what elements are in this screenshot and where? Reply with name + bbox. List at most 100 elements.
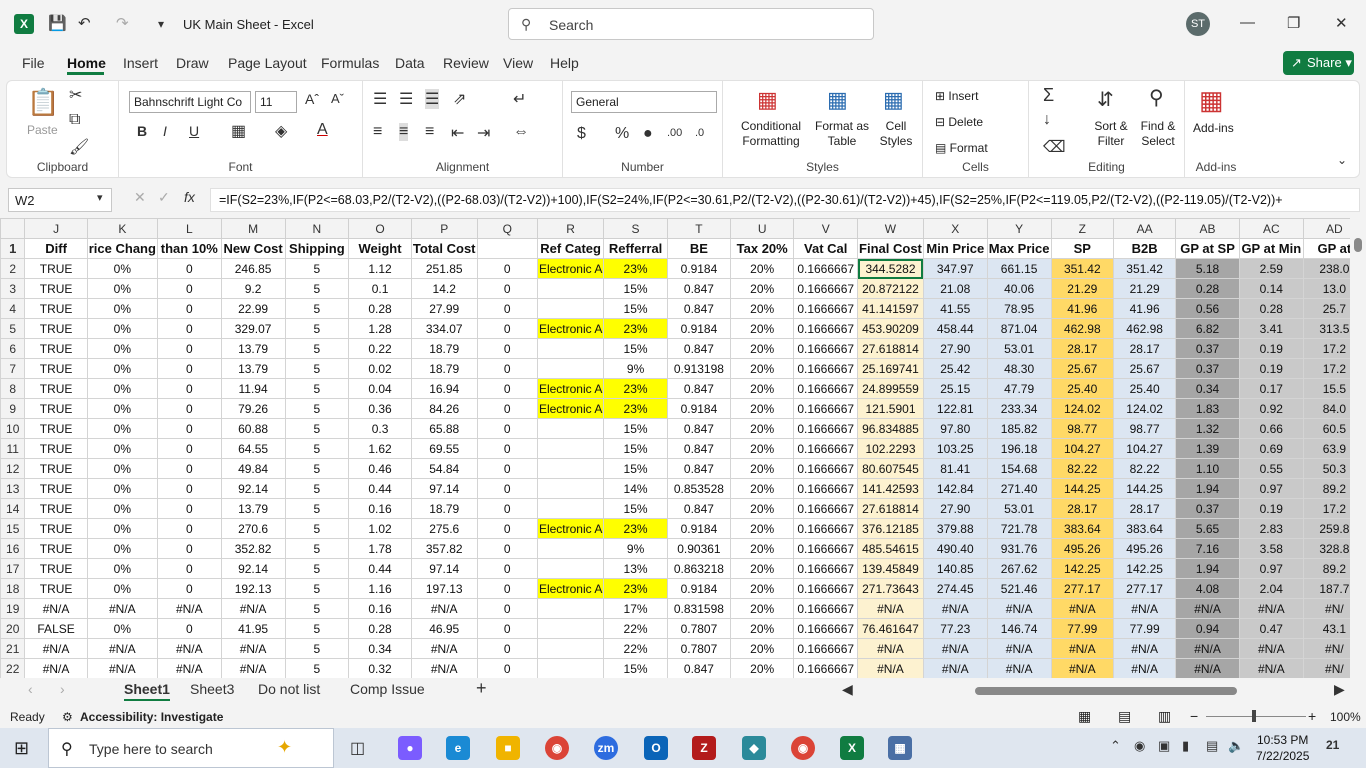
cell-u17[interactable]: 20%: [730, 558, 795, 579]
cell-p14[interactable]: 18.79: [410, 498, 478, 519]
cell-t11[interactable]: 0.847: [666, 438, 732, 459]
tab-home[interactable]: Home: [67, 55, 106, 71]
cell-x17[interactable]: 140.85: [922, 558, 988, 579]
cell-t16[interactable]: 0.90361: [666, 538, 732, 559]
cell-s4[interactable]: 15%: [603, 298, 668, 319]
cell-ac16[interactable]: 3.58: [1238, 538, 1304, 559]
cell-y22[interactable]: #N/A: [986, 658, 1052, 678]
cell-aa18[interactable]: 277.17: [1112, 578, 1177, 599]
cell-n3[interactable]: 5: [284, 278, 350, 299]
cell-m9[interactable]: 79.26: [220, 398, 286, 419]
increase-font-icon[interactable]: Aˆ: [305, 91, 319, 107]
row-header-8[interactable]: 8: [0, 378, 26, 399]
cell-u10[interactable]: 20%: [730, 418, 795, 439]
cell-ab15[interactable]: 5.65: [1175, 518, 1240, 539]
cell-x7[interactable]: 25.42: [922, 358, 988, 379]
cell-x4[interactable]: 41.55: [922, 298, 988, 319]
cell-y10[interactable]: 185.82: [986, 418, 1052, 439]
cell-x15[interactable]: 379.88: [922, 518, 988, 539]
confirm-entry-icon[interactable]: ✓: [158, 189, 170, 206]
header-cell-n[interactable]: Shipping: [284, 238, 350, 259]
insert-cells-button[interactable]: ⊞ Insert: [935, 89, 978, 103]
cell-u22[interactable]: 20%: [730, 658, 795, 678]
cell-aa2[interactable]: 351.42: [1112, 258, 1177, 279]
cell-q14[interactable]: 0: [476, 498, 538, 519]
cell-v5[interactable]: 0.1666667: [793, 318, 859, 339]
column-header-x[interactable]: X: [922, 218, 988, 239]
cell-m11[interactable]: 64.55: [220, 438, 286, 459]
cell-aa21[interactable]: #N/A: [1112, 638, 1177, 659]
header-cell-m[interactable]: New Cost: [220, 238, 286, 259]
copy-icon[interactable]: ⧉: [69, 111, 80, 129]
cell-r17[interactable]: [536, 558, 605, 579]
cell-ab14[interactable]: 0.37: [1175, 498, 1240, 519]
cell-p17[interactable]: 97.14: [410, 558, 478, 579]
cell-l3[interactable]: 0: [156, 278, 222, 299]
find-select-icon[interactable]: ⚲: [1149, 85, 1164, 110]
cell-j5[interactable]: TRUE: [24, 318, 88, 339]
cell-q10[interactable]: 0: [476, 418, 538, 439]
cell-z13[interactable]: 144.25: [1050, 478, 1114, 499]
cell-z18[interactable]: 277.17: [1050, 578, 1114, 599]
cell-v11[interactable]: 0.1666667: [793, 438, 859, 459]
cell-k17[interactable]: 0%: [86, 558, 158, 579]
cell-n4[interactable]: 5: [284, 298, 350, 319]
cell-u18[interactable]: 20%: [730, 578, 795, 599]
cell-w4[interactable]: 41.141597: [857, 298, 924, 319]
cell-n17[interactable]: 5: [284, 558, 350, 579]
cell-v12[interactable]: 0.1666667: [793, 458, 859, 479]
cell-k14[interactable]: 0%: [86, 498, 158, 519]
paste-label[interactable]: Paste: [27, 123, 58, 137]
header-cell-q[interactable]: [476, 238, 538, 259]
cell-v15[interactable]: 0.1666667: [793, 518, 859, 539]
cell-w19[interactable]: #N/A: [857, 598, 924, 619]
format-as-table-icon[interactable]: ▦: [827, 87, 848, 113]
volume-icon[interactable]: 🔈: [1228, 738, 1244, 754]
cell-v14[interactable]: 0.1666667: [793, 498, 859, 519]
cell-v22[interactable]: 0.1666667: [793, 658, 859, 678]
cell-y18[interactable]: 521.46: [986, 578, 1052, 599]
cell-w21[interactable]: #N/A: [857, 638, 924, 659]
cell-ab6[interactable]: 0.37: [1175, 338, 1240, 359]
cell-j18[interactable]: TRUE: [24, 578, 88, 599]
column-header-u[interactable]: U: [730, 218, 795, 239]
cell-l6[interactable]: 0: [156, 338, 222, 359]
format-painter-icon[interactable]: 🖌: [69, 137, 89, 157]
cell-t19[interactable]: 0.831598: [666, 598, 732, 619]
cell-ac12[interactable]: 0.55: [1238, 458, 1304, 479]
cell-u4[interactable]: 20%: [730, 298, 795, 319]
filezilla-app-icon[interactable]: Z: [692, 736, 716, 760]
cell-r9[interactable]: Electronic A: [536, 398, 605, 419]
user-avatar[interactable]: ST: [1186, 12, 1210, 36]
zoom-slider-thumb[interactable]: [1252, 710, 1256, 722]
cell-s21[interactable]: 22%: [603, 638, 668, 659]
cell-p11[interactable]: 69.55: [410, 438, 478, 459]
cell-x21[interactable]: #N/A: [922, 638, 988, 659]
cell-n14[interactable]: 5: [284, 498, 350, 519]
cell-y13[interactable]: 271.40: [986, 478, 1052, 499]
cell-x5[interactable]: 458.44: [922, 318, 988, 339]
cell-z10[interactable]: 98.77: [1050, 418, 1114, 439]
cell-n13[interactable]: 5: [284, 478, 350, 499]
cell-k9[interactable]: 0%: [86, 398, 158, 419]
tab-view[interactable]: View: [503, 55, 533, 71]
column-header-m[interactable]: M: [220, 218, 286, 239]
cell-m21[interactable]: #N/A: [220, 638, 286, 659]
cell-l14[interactable]: 0: [156, 498, 222, 519]
cell-ab17[interactable]: 1.94: [1175, 558, 1240, 579]
row-header-17[interactable]: 17: [0, 558, 26, 579]
decrease-decimal-icon[interactable]: .0: [695, 127, 704, 139]
taskbar-search[interactable]: ⚲ Type here to search ✦: [48, 728, 334, 768]
cell-p9[interactable]: 84.26: [410, 398, 478, 419]
cell-q15[interactable]: 0: [476, 518, 538, 539]
header-cell-ac[interactable]: GP at Min: [1238, 238, 1304, 259]
row-header-4[interactable]: 4: [0, 298, 26, 319]
cell-aa14[interactable]: 28.17: [1112, 498, 1177, 519]
header-cell-aa[interactable]: B2B: [1112, 238, 1177, 259]
add-sheet-icon[interactable]: +: [476, 678, 487, 699]
cell-k19[interactable]: #N/A: [86, 598, 158, 619]
cell-r3[interactable]: [536, 278, 605, 299]
row-header-13[interactable]: 13: [0, 478, 26, 499]
cell-k22[interactable]: #N/A: [86, 658, 158, 678]
cell-ac7[interactable]: 0.19: [1238, 358, 1304, 379]
